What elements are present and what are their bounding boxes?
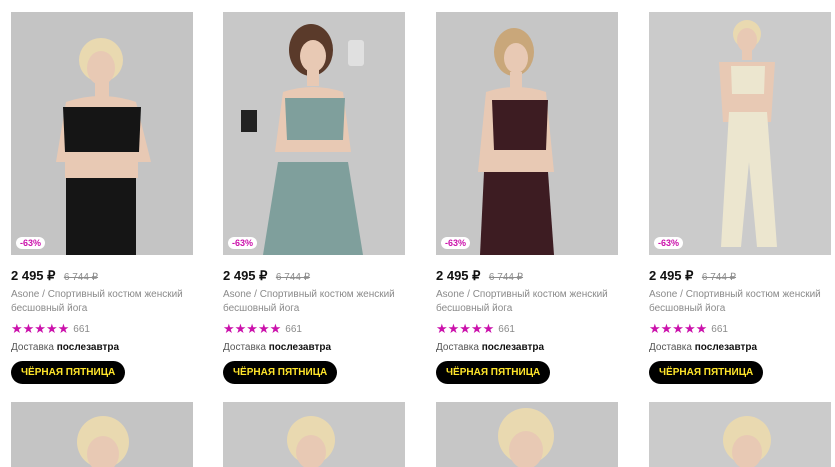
review-count: 661 xyxy=(73,323,90,335)
discount-badge: -63% xyxy=(16,237,46,249)
delivery-day: послезавтра xyxy=(56,342,120,353)
rating: ★★★★★ 661 xyxy=(649,322,831,336)
product-card[interactable]: -63% 2 495 ₽ 6 744 ₽ Asone / Спортивный … xyxy=(11,12,193,384)
price: 2 495 ₽ xyxy=(649,268,694,283)
star-rating-icons: ★★★★★ xyxy=(11,321,70,336)
review-count: 661 xyxy=(498,323,515,335)
delivery-info: Доставка послезавтра xyxy=(649,342,831,356)
discount-badge: -63% xyxy=(228,237,258,249)
product-photo-row2[interactable] xyxy=(223,402,405,467)
star-rating-icons: ★★★★★ xyxy=(649,321,708,336)
product-photo[interactable]: -63% xyxy=(11,12,193,255)
model-image xyxy=(649,12,831,255)
model-image xyxy=(436,402,618,467)
product-photo[interactable]: -63% xyxy=(649,12,831,255)
model-image xyxy=(11,402,193,467)
rating: ★★★★★ 661 xyxy=(436,322,618,336)
old-price: 6 744 ₽ xyxy=(275,272,311,283)
delivery-label: Доставка xyxy=(223,342,266,353)
delivery-info: Доставка послезавтра xyxy=(11,342,193,356)
product-title[interactable]: Asone / Спортивный костюм женский бесшов… xyxy=(436,288,618,316)
delivery-label: Доставка xyxy=(649,342,692,353)
product-photo[interactable]: -63% xyxy=(436,12,618,255)
delivery-label: Доставка xyxy=(436,342,479,353)
promo-badge[interactable]: ЧЁРНАЯ ПЯТНИЦА xyxy=(436,361,551,384)
product-title[interactable]: Asone / Спортивный костюм женский бесшов… xyxy=(11,288,193,316)
promo-badge[interactable]: ЧЁРНАЯ ПЯТНИЦА xyxy=(649,361,764,384)
price: 2 495 ₽ xyxy=(436,268,481,283)
price: 2 495 ₽ xyxy=(11,268,56,283)
rating: ★★★★★ 661 xyxy=(223,322,405,336)
star-rating-icons: ★★★★★ xyxy=(223,321,282,336)
delivery-info: Доставка послезавтра xyxy=(223,342,405,356)
product-photo-row2[interactable] xyxy=(649,402,831,467)
old-price: 6 744 ₽ xyxy=(63,272,99,283)
promo-badge[interactable]: ЧЁРНАЯ ПЯТНИЦА xyxy=(11,361,126,384)
model-image xyxy=(11,12,193,255)
model-image xyxy=(223,402,405,467)
model-image xyxy=(436,12,618,255)
product-photo-row2[interactable] xyxy=(11,402,193,467)
delivery-label: Доставка xyxy=(11,342,54,353)
review-count: 661 xyxy=(285,323,302,335)
product-card[interactable]: -63% 2 495 ₽ 6 744 ₽ Asone / Спортивный … xyxy=(649,12,831,384)
product-card[interactable]: -63% 2 495 ₽ 6 744 ₽ Asone / Спортивный … xyxy=(223,12,405,384)
promo-badge[interactable]: ЧЁРНАЯ ПЯТНИЦА xyxy=(223,361,338,384)
rating: ★★★★★ 661 xyxy=(11,322,193,336)
review-count: 661 xyxy=(711,323,728,335)
old-price: 6 744 ₽ xyxy=(701,272,737,283)
delivery-day: послезавтра xyxy=(694,342,758,353)
product-photo-row2[interactable] xyxy=(436,402,618,467)
product-title[interactable]: Asone / Спортивный костюм женский бесшов… xyxy=(649,288,831,316)
star-rating-icons: ★★★★★ xyxy=(436,321,495,336)
model-image xyxy=(223,12,405,255)
product-photo[interactable]: -63% xyxy=(223,12,405,255)
delivery-day: послезавтра xyxy=(481,342,545,353)
discount-badge: -63% xyxy=(654,237,684,249)
discount-badge: -63% xyxy=(441,237,471,249)
old-price: 6 744 ₽ xyxy=(488,272,524,283)
product-card[interactable]: -63% 2 495 ₽ 6 744 ₽ Asone / Спортивный … xyxy=(436,12,618,384)
product-title[interactable]: Asone / Спортивный костюм женский бесшов… xyxy=(223,288,405,316)
delivery-info: Доставка послезавтра xyxy=(436,342,618,356)
model-image xyxy=(649,402,831,467)
delivery-day: послезавтра xyxy=(268,342,332,353)
price: 2 495 ₽ xyxy=(223,268,268,283)
